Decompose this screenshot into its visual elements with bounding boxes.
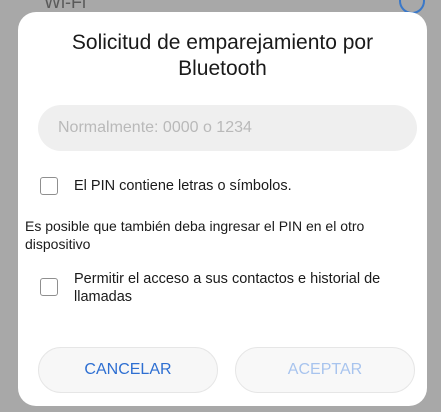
accept-button[interactable]: ACEPTAR — [235, 347, 415, 393]
bluetooth-pairing-dialog: Solicitud de emparejamiento por Bluetoot… — [18, 12, 427, 406]
cancel-button[interactable]: CANCELAR — [38, 347, 218, 393]
pin-info-text: Es posible que también deba ingresar el … — [25, 218, 365, 252]
pin-letters-label: El PIN contiene letras o símbolos. — [74, 178, 292, 194]
pin-input[interactable] — [38, 105, 417, 151]
contacts-access-checkbox[interactable] — [40, 278, 58, 296]
contacts-access-option[interactable]: Permitir el acceso a sus contactos e his… — [40, 270, 412, 306]
pin-letters-checkbox[interactable] — [40, 177, 58, 195]
pin-letters-option[interactable]: El PIN contiene letras o símbolos. — [40, 177, 292, 195]
contacts-access-label: Permitir el acceso a sus contactos e his… — [74, 271, 381, 305]
dialog-title: Solicitud de emparejamiento por Bluetoot… — [71, 31, 374, 80]
